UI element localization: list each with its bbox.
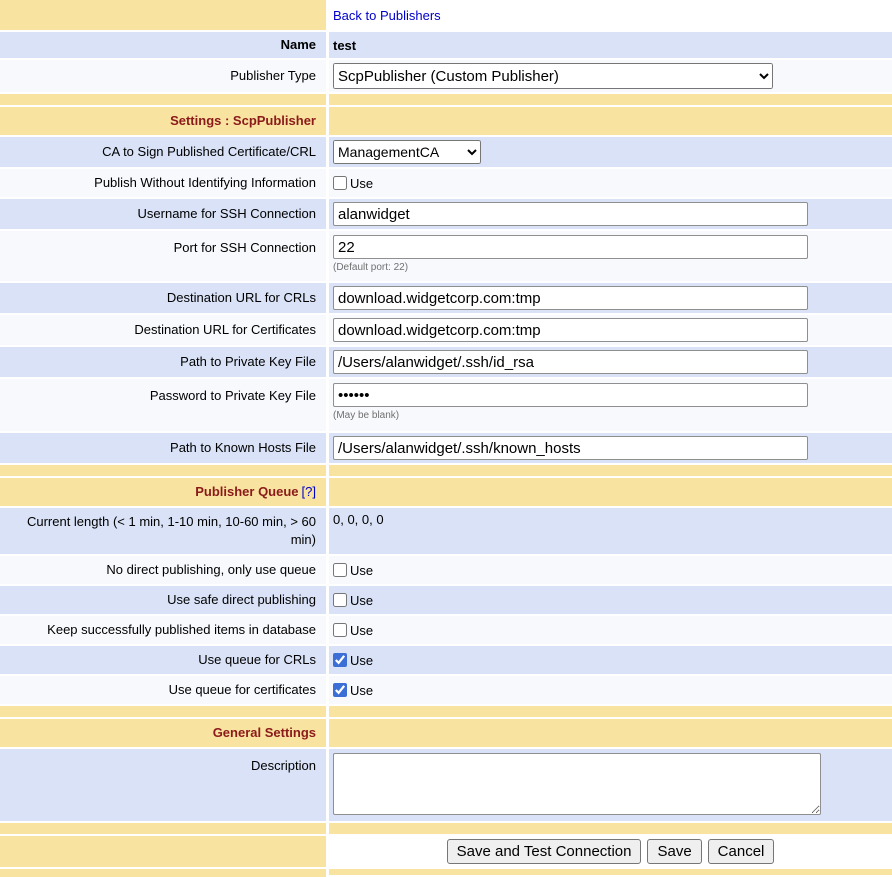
general-settings-header-row: General Settings: [0, 719, 892, 747]
bottom-spacer: [0, 869, 892, 877]
crl-url-row: Destination URL for CRLs: [0, 283, 892, 313]
cert-url-row: Destination URL for Certificates: [0, 315, 892, 345]
top-left-spacer: [0, 0, 326, 30]
settings-section-title: Settings : ScpPublisher: [170, 112, 316, 130]
queue-option-row: Use safe direct publishing Use: [0, 586, 892, 614]
use-queue-crls-checkbox-label: Use: [350, 653, 373, 668]
use-queue-crls-label: Use queue for CRLs: [0, 646, 326, 674]
queue-header-row: Publisher Queue [?]: [0, 478, 892, 506]
cert-url-input[interactable]: [333, 318, 808, 342]
publisher-type-label: Publisher Type: [0, 60, 326, 92]
anonymize-row: Publish Without Identifying Information …: [0, 169, 892, 197]
username-label: Username for SSH Connection: [0, 199, 326, 229]
back-link-cell: Back to Publishers: [329, 0, 892, 30]
ca-select[interactable]: ManagementCA: [333, 140, 481, 164]
name-row: Name test: [0, 32, 892, 58]
safe-direct-publishing-checkbox-label: Use: [350, 593, 373, 608]
password-blank-note: (May be blank): [333, 410, 399, 421]
private-key-path-input[interactable]: [333, 350, 808, 374]
known-hosts-label: Path to Known Hosts File: [0, 433, 326, 463]
section-spacer: [0, 823, 892, 834]
queue-option-row: Use queue for CRLs Use: [0, 646, 892, 674]
anonymize-checkbox-label: Use: [350, 176, 373, 191]
ca-sign-label: CA to Sign Published Certificate/CRL: [0, 137, 326, 167]
port-label: Port for SSH Connection: [0, 231, 326, 281]
keep-published-items-checkbox-label: Use: [350, 623, 373, 638]
anonymize-label: Publish Without Identifying Information: [0, 169, 326, 197]
buttons-left-spacer: [0, 836, 326, 867]
port-row: Port for SSH Connection (Default port: 2…: [0, 231, 892, 281]
section-spacer: [0, 706, 892, 717]
safe-direct-publishing-checkbox[interactable]: [333, 593, 347, 607]
save-button[interactable]: Save: [647, 839, 701, 864]
ca-sign-row: CA to Sign Published Certificate/CRL Man…: [0, 137, 892, 167]
use-queue-crls-checkbox[interactable]: [333, 653, 347, 667]
use-queue-certificates-checkbox[interactable]: [333, 683, 347, 697]
username-input[interactable]: [333, 202, 808, 226]
queue-section-title: Publisher Queue: [195, 484, 298, 499]
name-value: test: [329, 32, 892, 58]
cert-url-label: Destination URL for Certificates: [0, 315, 326, 345]
no-direct-publishing-checkbox[interactable]: [333, 563, 347, 577]
section-spacer: [0, 94, 892, 105]
settings-header-row: Settings : ScpPublisher: [0, 107, 892, 135]
current-length-row: Current length (< 1 min, 1-10 min, 10-60…: [0, 508, 892, 554]
private-key-password-row: Password to Private Key File (May be bla…: [0, 379, 892, 431]
use-queue-certificates-label: Use queue for certificates: [0, 676, 326, 704]
crl-url-label: Destination URL for CRLs: [0, 283, 326, 313]
known-hosts-input[interactable]: [333, 436, 808, 460]
name-label: Name: [0, 32, 326, 58]
back-link-row: Back to Publishers: [0, 0, 892, 30]
known-hosts-row: Path to Known Hosts File: [0, 433, 892, 463]
safe-direct-publishing-label: Use safe direct publishing: [0, 586, 326, 614]
queue-option-row: Use queue for certificates Use: [0, 676, 892, 704]
port-input[interactable]: [333, 235, 808, 259]
publisher-type-row: Publisher Type ScpPublisher (Custom Publ…: [0, 60, 892, 92]
queue-option-row: No direct publishing, only use queue Use: [0, 556, 892, 584]
general-settings-title: General Settings: [213, 724, 316, 742]
username-row: Username for SSH Connection: [0, 199, 892, 229]
private-key-password-label: Password to Private Key File: [0, 379, 326, 431]
save-and-test-button[interactable]: Save and Test Connection: [447, 839, 642, 864]
current-length-value: 0, 0, 0, 0: [329, 508, 892, 554]
description-label: Description: [0, 749, 326, 821]
section-spacer: [0, 465, 892, 476]
publisher-type-select[interactable]: ScpPublisher (Custom Publisher): [333, 63, 773, 89]
back-to-publishers-link[interactable]: Back to Publishers: [333, 8, 441, 23]
crl-url-input[interactable]: [333, 286, 808, 310]
buttons-row: Save and Test Connection Save Cancel: [0, 836, 892, 867]
queue-help-link[interactable]: [?]: [302, 484, 316, 499]
anonymize-checkbox[interactable]: [333, 176, 347, 190]
keep-published-items-checkbox[interactable]: [333, 623, 347, 637]
private-key-path-row: Path to Private Key File: [0, 347, 892, 377]
use-queue-certificates-checkbox-label: Use: [350, 683, 373, 698]
port-default-note: (Default port: 22): [333, 262, 408, 273]
private-key-password-input[interactable]: [333, 383, 808, 407]
publisher-edit-page: Back to Publishers Name test Publisher T…: [0, 0, 892, 877]
no-direct-publishing-label: No direct publishing, only use queue: [0, 556, 326, 584]
cancel-button[interactable]: Cancel: [708, 839, 775, 864]
description-row: Description: [0, 749, 892, 821]
keep-published-items-label: Keep successfully published items in dat…: [0, 616, 326, 644]
current-length-label: Current length (< 1 min, 1-10 min, 10-60…: [0, 508, 326, 554]
description-textarea[interactable]: [333, 753, 821, 815]
private-key-path-label: Path to Private Key File: [0, 347, 326, 377]
queue-option-row: Keep successfully published items in dat…: [0, 616, 892, 644]
no-direct-publishing-checkbox-label: Use: [350, 563, 373, 578]
